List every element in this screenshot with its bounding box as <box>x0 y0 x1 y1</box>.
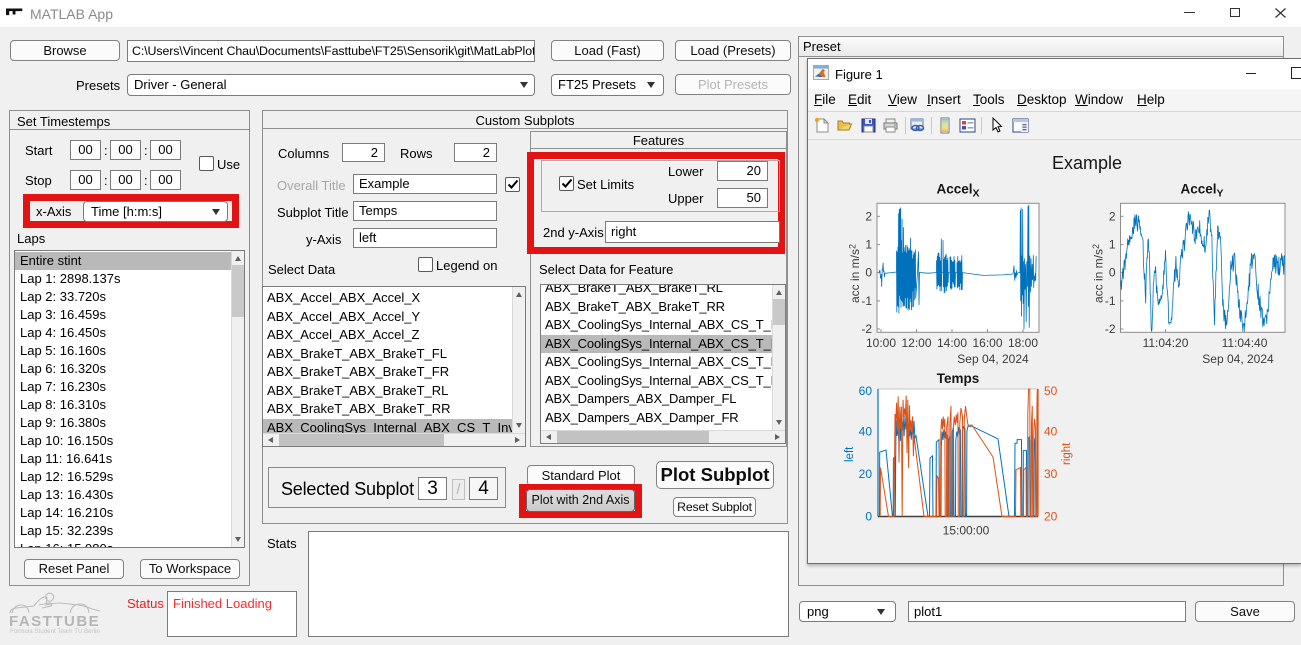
svg-text:Sep 04, 2024: Sep 04, 2024 <box>957 352 1029 366</box>
svg-text:20: 20 <box>859 467 873 481</box>
svg-text:Sep 04, 2024: Sep 04, 2024 <box>1202 352 1274 366</box>
svg-text:Formula Student Team TU Berlin: Formula Student Team TU Berlin <box>10 628 100 635</box>
svg-text:-1: -1 <box>861 294 872 308</box>
svg-text:-1: -1 <box>1105 294 1116 308</box>
svg-text:1: 1 <box>1109 238 1116 252</box>
svg-text:AccelY: AccelY <box>1180 182 1223 200</box>
svg-text:60: 60 <box>859 384 873 398</box>
svg-text:11:04:20: 11:04:20 <box>1143 336 1189 350</box>
svg-text:11:04:40: 11:04:40 <box>1222 336 1268 350</box>
svg-text:20: 20 <box>1044 510 1058 524</box>
svg-text:0: 0 <box>1109 266 1116 280</box>
svg-text:15:00:00: 15:00:00 <box>943 524 990 538</box>
svg-text:-2: -2 <box>861 322 872 336</box>
svg-text:10:00: 10:00 <box>866 336 896 350</box>
svg-text:acc in m/s2: acc in m/s2 <box>1091 244 1106 303</box>
svg-text:-2: -2 <box>1105 322 1116 336</box>
svg-text:12:00: 12:00 <box>901 336 931 350</box>
svg-text:40: 40 <box>859 425 873 439</box>
svg-text:AccelX: AccelX <box>936 182 979 200</box>
svg-text:2: 2 <box>1109 209 1116 223</box>
svg-text:Temps: Temps <box>937 371 980 386</box>
svg-text:Example: Example <box>1052 153 1122 173</box>
svg-text:16:00: 16:00 <box>972 336 1002 350</box>
svg-text:50: 50 <box>1044 384 1058 398</box>
svg-text:acc in m/s2: acc in m/s2 <box>848 244 863 303</box>
svg-text:1: 1 <box>865 238 872 252</box>
svg-text:14:00: 14:00 <box>937 336 967 350</box>
svg-text:40: 40 <box>1044 425 1058 439</box>
svg-text:0: 0 <box>865 266 872 280</box>
svg-text:18:00: 18:00 <box>1008 336 1038 350</box>
svg-text:left: left <box>844 446 856 462</box>
svg-text:2: 2 <box>865 209 872 223</box>
svg-text:30: 30 <box>1044 467 1058 481</box>
svg-text:right: right <box>1061 442 1073 465</box>
svg-text:0: 0 <box>865 510 872 524</box>
